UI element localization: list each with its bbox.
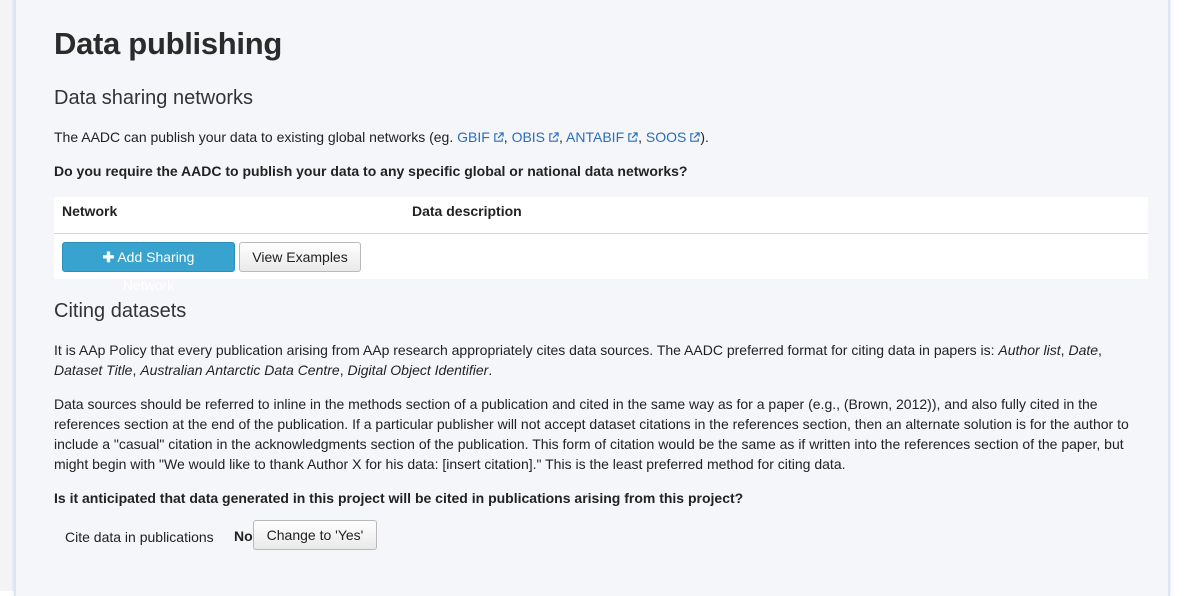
external-link-icon <box>549 132 559 142</box>
view-examples-button[interactable]: View Examples <box>239 242 361 272</box>
citing-heading: Citing datasets <box>54 300 187 322</box>
citing-guidance-paragraph: Data sources should be referred to inlin… <box>54 396 1129 472</box>
column-header-data-description: Data description <box>412 203 522 219</box>
sharing-intro-suffix: ). <box>700 129 709 145</box>
sharing-networks-table: Network Data description ✚ Add Sharing Ne… <box>54 197 1148 293</box>
cite-data-field-label: Cite data in publications <box>65 529 214 545</box>
left-gutter <box>0 0 14 591</box>
sharing-intro-prefix: The AADC can publish your data to existi… <box>54 129 458 145</box>
link-antabif[interactable]: ANTABIF <box>566 129 638 145</box>
external-link-icon <box>628 132 638 142</box>
plus-icon: ✚ <box>102 249 115 265</box>
link-obis[interactable]: OBIS <box>512 129 559 145</box>
citing-policy-paragraph: It is AAp Policy that every publication … <box>54 342 1102 378</box>
link-soos[interactable]: SOOS <box>646 129 701 145</box>
add-sharing-network-button[interactable]: ✚ Add Sharing Network <box>62 242 235 293</box>
column-header-network: Network <box>62 203 118 219</box>
sharing-heading: Data sharing networks <box>54 87 253 109</box>
sharing-question: Do you require the AADC to publish your … <box>54 163 688 179</box>
change-to-yes-button[interactable]: Change to 'Yes' <box>253 520 377 550</box>
table-header-divider <box>54 233 1148 234</box>
cite-data-field-value: No <box>234 528 253 544</box>
link-gbif[interactable]: GBIF <box>457 129 504 145</box>
citing-question: Is it anticipated that data generated in… <box>54 490 744 506</box>
page-title: Data publishing <box>54 26 283 61</box>
external-link-icon <box>690 132 701 142</box>
sharing-intro: The AADC can publish your data to existi… <box>54 129 709 145</box>
external-link-icon <box>494 132 504 142</box>
content-panel: Data publishing Data sharing networks Th… <box>14 0 1170 596</box>
